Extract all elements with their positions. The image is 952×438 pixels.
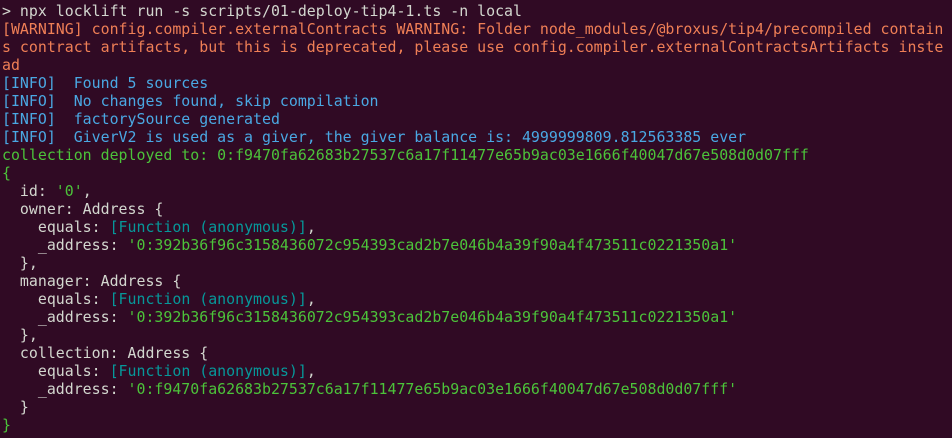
manager-equals-value: [Function (anonymous)] (109, 290, 307, 308)
owner-equals-line: equals: [Function (anonymous)], (2, 218, 952, 236)
collection-equals-value: [Function (anonymous)] (109, 362, 307, 380)
deployed-line: collection deployed to: 0:f9470fa62683b2… (2, 146, 809, 164)
collection-equals-key: equals: (2, 362, 110, 380)
collection-key-line: collection: Address { (2, 344, 209, 362)
info-line-factory: [INFO] factorySource generated (2, 110, 280, 128)
id-value: '0' (55, 182, 83, 200)
manager-equals-line: equals: [Function (anonymous)], (2, 290, 952, 308)
owner-address-key: _address: (2, 236, 128, 254)
info-line-compilation: [INFO] No changes found, skip compilatio… (2, 92, 379, 110)
object-id-line: id: '0', (2, 182, 952, 200)
collection-close-line: } (2, 398, 29, 416)
manager-equals-comma: , (306, 290, 316, 308)
warning-message: [WARNING] config.compiler.externalContra… (2, 20, 944, 74)
collection-address-value: '0:f9470fa62683b27537c6a17f11477e65b9ac0… (127, 380, 738, 398)
info-line-giver: [INFO] GiverV2 is used as a giver, the g… (2, 128, 747, 146)
collection-address-line: _address: '0:f9470fa62683b27537c6a17f114… (2, 380, 952, 398)
command-line: > npx locklift run -s scripts/01-deploy-… (2, 2, 522, 20)
collection-equals-comma: , (306, 362, 316, 380)
owner-address-line: _address: '0:392b36f96c3158436072c954393… (2, 236, 952, 254)
terminal-output[interactable]: > npx locklift run -s scripts/01-deploy-… (2, 2, 952, 434)
collection-address-key: _address: (2, 380, 128, 398)
id-key: id: (2, 182, 56, 200)
object-close-brace: } (2, 416, 11, 434)
info-line-sources: [INFO] Found 5 sources (2, 74, 209, 92)
manager-address-value: '0:392b36f96c3158436072c954393cad2b7e046… (127, 308, 738, 326)
owner-key-line: owner: Address { (2, 200, 164, 218)
manager-close-line: }, (2, 326, 38, 344)
owner-equals-key: equals: (2, 218, 110, 236)
object-open-brace: { (2, 164, 11, 182)
owner-close-line: }, (2, 254, 38, 272)
manager-address-key: _address: (2, 308, 128, 326)
owner-equals-comma: , (306, 218, 316, 236)
manager-address-line: _address: '0:392b36f96c3158436072c954393… (2, 308, 952, 326)
id-comma: , (82, 182, 92, 200)
manager-equals-key: equals: (2, 290, 110, 308)
owner-address-value: '0:392b36f96c3158436072c954393cad2b7e046… (127, 236, 738, 254)
manager-key-line: manager: Address { (2, 272, 182, 290)
owner-equals-value: [Function (anonymous)] (109, 218, 307, 236)
collection-equals-line: equals: [Function (anonymous)], (2, 362, 952, 380)
